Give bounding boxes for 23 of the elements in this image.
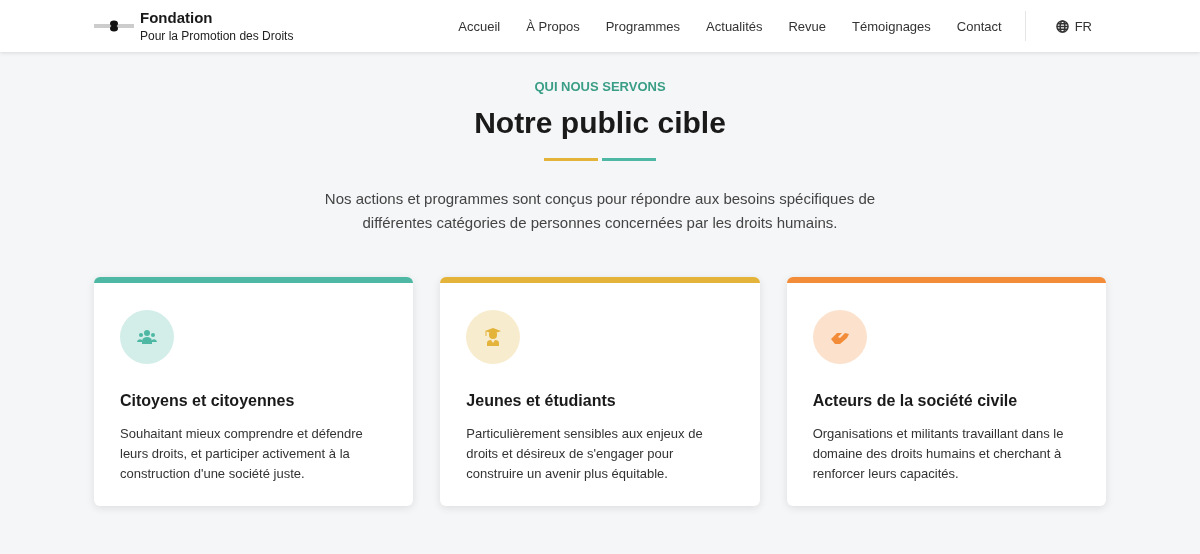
card-text: Particulièrement sensibles aux enjeux de droits et désireux de s'engager pour construire un avenir plus équitable. xyxy=(466,425,704,483)
card-text: Organisations et militants travaillant dans le domaine des droits humains et cherchant à renforcer leurs capacités. xyxy=(812,425,1065,483)
globe-icon xyxy=(1055,19,1069,33)
logo-icon xyxy=(94,20,134,32)
nav-link[interactable]: Revue xyxy=(775,12,840,40)
card-title: Citoyens et citoyennes xyxy=(120,392,296,410)
section-intro: Nos actions et programmes sont conçus pour répondre aux besoins spécifiques de différentes catégories de personnes concernées par les droits humains. xyxy=(323,189,877,233)
language-button[interactable]: FR xyxy=(1041,14,1106,38)
card-text: Souhaitant mieux comprendre et défendre leurs droits, et participer activement à la construction d'une société juste. xyxy=(120,425,364,483)
nav-link[interactable]: Témoignages xyxy=(839,12,944,40)
section-title: Notre public cible xyxy=(473,106,727,140)
brand-tagline: Pour la Promotion des Droits xyxy=(140,29,294,43)
nav-link[interactable]: Accueil xyxy=(445,12,514,40)
section-eyebrow: QUI NOUS SERVONS xyxy=(533,79,667,94)
brand-name: Fondation xyxy=(140,9,214,26)
graduate-icon xyxy=(484,328,503,346)
people-icon xyxy=(137,330,157,344)
nav-link[interactable]: À Propos xyxy=(513,12,593,40)
nav-link[interactable]: Programmes xyxy=(592,12,694,40)
nav-link[interactable]: Actualités xyxy=(693,12,776,40)
card-title: Jeunes et étudiants xyxy=(466,392,617,410)
card-title: Acteurs de la société civile xyxy=(812,392,1019,410)
nav-link[interactable]: Contact xyxy=(943,12,1015,40)
